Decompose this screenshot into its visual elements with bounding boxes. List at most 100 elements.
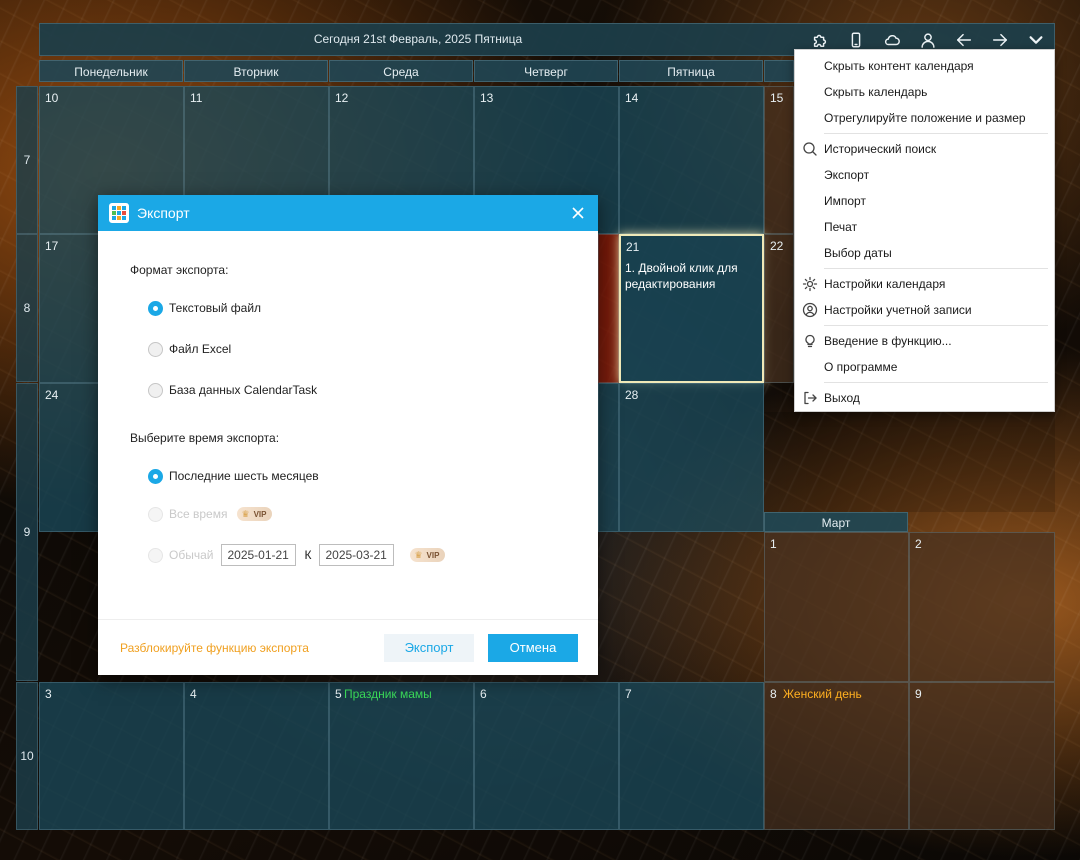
weekday-thursday: Четверг (474, 60, 618, 82)
week-number: 7 (16, 86, 38, 234)
main-menu: Скрыть контент календаря Скрыть календар… (794, 49, 1055, 412)
day-number: 10 (45, 91, 59, 105)
week-number: 9 (16, 383, 38, 681)
close-icon[interactable] (566, 201, 590, 225)
cancel-button[interactable]: Отмена (488, 634, 578, 662)
menu-calendar-settings[interactable]: Настройки календаря (795, 272, 1054, 296)
day-cell[interactable] (598, 383, 619, 532)
weekday-friday: Пятница (619, 60, 763, 82)
menu-account-settings[interactable]: Настройки учетной записи (795, 298, 1054, 322)
day-cell[interactable]: 6 (474, 682, 619, 830)
date-from-input[interactable] (221, 544, 297, 566)
menu-item-label: Настройки календаря (824, 277, 946, 291)
menu-feature-intro[interactable]: Введение в функцию... (795, 329, 1054, 353)
time-label: Выберите время экспорта: (130, 431, 280, 445)
day-cell[interactable]: 3 (39, 682, 184, 830)
day-cell[interactable]: 2 (909, 532, 1055, 682)
day-cell[interactable]: 7 (619, 682, 764, 830)
menu-item-label: Выход (824, 391, 860, 405)
day-number: 2 (915, 537, 922, 551)
week-number: 10 (16, 682, 38, 830)
radio-unchecked-icon (148, 341, 163, 357)
day-number: 3 (45, 687, 52, 701)
day-cell[interactable]: 5 Праздник мамы (329, 682, 474, 830)
time-six-months-radio[interactable]: Последние шесть месяцев (148, 467, 319, 485)
day-number: 12 (335, 91, 349, 105)
radio-label: База данных CalendarTask (169, 383, 318, 397)
week-number: 8 (16, 234, 38, 382)
radio-disabled-icon (148, 547, 163, 563)
today-cell[interactable]: 21 1. Двойной клик для редактирования (619, 234, 764, 383)
day-cell[interactable]: 8 Женский день (764, 682, 909, 830)
radio-label: Последние шесть месяцев (169, 469, 319, 483)
menu-divider (824, 382, 1048, 383)
weekday-tuesday: Вторник (184, 60, 328, 82)
day-cell[interactable]: 14 (619, 86, 764, 234)
menu-date-select[interactable]: Выбор даты (795, 241, 1054, 265)
crown-icon: ♛ (414, 549, 423, 560)
day-number: 28 (625, 388, 639, 402)
radio-checked-icon (148, 300, 163, 316)
day-cell[interactable]: 15 (764, 86, 794, 234)
empty-area (764, 412, 1055, 512)
gear-icon (802, 276, 818, 292)
menu-item-label: Отрегулируйте положение и размер (824, 111, 1026, 125)
day-cell[interactable]: 28 (619, 383, 764, 532)
menu-item-label: Выбор даты (824, 246, 892, 260)
account-icon (802, 302, 818, 318)
menu-divider (824, 325, 1048, 326)
menu-item-label: Импорт (824, 194, 866, 208)
export-button[interactable]: Экспорт (384, 634, 474, 662)
radio-checked-icon (148, 468, 163, 484)
day-number: 24 (45, 388, 59, 402)
dialog-title: Экспорт (137, 205, 190, 221)
menu-adjust-position[interactable]: Отрегулируйте положение и размер (795, 106, 1054, 130)
exit-icon (802, 390, 818, 406)
menu-hide-content[interactable]: Скрыть контент календаря (795, 54, 1054, 78)
search-icon (802, 141, 818, 157)
format-db-radio[interactable]: База данных CalendarTask (148, 381, 317, 399)
menu-divider (824, 268, 1048, 269)
unlock-export-link[interactable]: Разблокируйте функцию экспорта (120, 641, 309, 655)
day-cell[interactable]: 4 (184, 682, 329, 830)
task-item[interactable]: 1. Двойной клик для редактирования (625, 260, 756, 292)
menu-item-label: Скрыть календарь (824, 85, 928, 99)
day-cell[interactable]: 9 (909, 682, 1055, 830)
menu-about[interactable]: О программе (795, 355, 1054, 379)
to-label: К (304, 548, 312, 562)
day-number: 14 (625, 91, 639, 105)
menu-hide-calendar[interactable]: Скрыть календарь (795, 80, 1054, 104)
menu-history-search[interactable]: Исторический поиск (795, 137, 1054, 161)
menu-print[interactable]: Печат (795, 215, 1054, 239)
vip-text: VIP (426, 550, 440, 560)
vip-badge: ♛ VIP (410, 548, 446, 562)
day-number: 9 (915, 687, 922, 701)
menu-item-label: Скрыть контент календаря (824, 59, 974, 73)
format-text-radio[interactable]: Текстовый файл (148, 299, 261, 317)
day-cell[interactable]: 1 (764, 532, 909, 682)
date-to-input[interactable] (319, 544, 395, 566)
day-number: 21 (626, 240, 640, 254)
today-title: Сегодня 21st Февраль, 2025 Пятница (313, 32, 523, 46)
day-number: 1 (770, 537, 777, 551)
day-cell[interactable] (598, 234, 619, 383)
day-cell[interactable]: 22 (764, 234, 794, 383)
day-number: 6 (480, 687, 487, 701)
format-excel-radio[interactable]: Файл Excel (148, 340, 231, 358)
day-number: 8 (770, 687, 777, 701)
menu-item-label: О программе (824, 360, 898, 374)
menu-item-label: Введение в функцию... (824, 334, 952, 348)
weekday-saturday (764, 60, 794, 82)
menu-divider (824, 133, 1048, 134)
menu-import[interactable]: Импорт (795, 189, 1054, 213)
weekday-wednesday: Среда (329, 60, 473, 82)
export-dialog: Экспорт Формат экспорта: Текстовый файл … (98, 195, 598, 675)
dialog-divider (98, 619, 598, 620)
time-all-radio[interactable]: Все время ♛ VIP (148, 505, 273, 523)
lightbulb-icon (802, 333, 818, 349)
radio-disabled-icon (148, 506, 163, 522)
time-custom-radio[interactable]: Обычай К ♛VIP (148, 543, 446, 567)
menu-export[interactable]: Экспорт (795, 163, 1054, 187)
menu-exit[interactable]: Выход (795, 386, 1054, 410)
radio-label: Все время (169, 507, 228, 521)
